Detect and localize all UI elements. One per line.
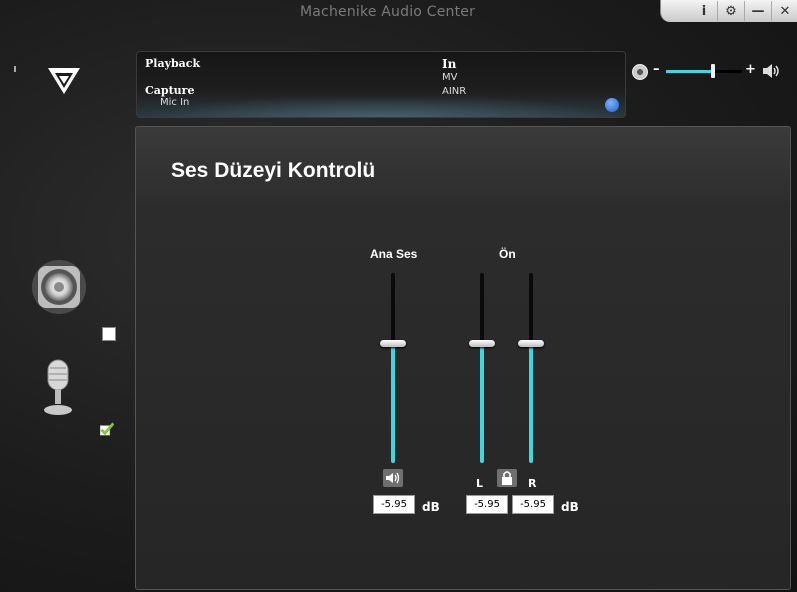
page-title: Ses Düzeyi Kontrolü — [171, 159, 376, 182]
master-volume-control: – + — [632, 62, 782, 82]
info-button[interactable]: i — [691, 1, 717, 21]
in-item-mv: MV — [442, 72, 458, 83]
microphone-device-icon[interactable] — [38, 358, 78, 418]
right-channel-slider[interactable] — [518, 273, 544, 463]
slider-thumb[interactable] — [380, 339, 406, 347]
device-status-panel: Playback Capture Mic In In MV AINR — [136, 51, 626, 118]
volume-minus[interactable]: – — [653, 62, 660, 77]
slider-fill — [480, 343, 484, 463]
front-label: Ön — [499, 247, 516, 261]
disc-icon[interactable] — [632, 64, 648, 80]
mic-checkmark-icon[interactable] — [100, 422, 114, 436]
window-controls: i ⚙ — ✕ — [660, 0, 797, 22]
master-volume-fill — [666, 70, 714, 73]
in-item-ainr: AINR — [442, 86, 467, 97]
refresh-icon[interactable] — [605, 98, 619, 112]
app-title: Machenike Audio Center — [300, 4, 476, 20]
capture-device: Mic In — [160, 97, 190, 108]
speaker-device-icon[interactable] — [30, 258, 88, 316]
left-db-input[interactable]: -5.95 — [466, 495, 508, 514]
left-channel-slider[interactable] — [469, 273, 495, 463]
mute-speaker-icon[interactable] — [383, 469, 403, 487]
right-channel-label: R — [528, 477, 537, 490]
master-volume-slider[interactable] — [380, 273, 406, 463]
lock-icon[interactable] — [497, 469, 517, 487]
title-bar: Machenike Audio Center i ⚙ — ✕ — [0, 0, 797, 26]
slider-thumb[interactable] — [469, 339, 495, 347]
speaker-checkbox[interactable] — [102, 327, 116, 341]
master-db-unit: dB — [422, 500, 440, 514]
capture-label[interactable]: Capture — [145, 84, 194, 97]
machenike-logo-icon — [48, 68, 80, 94]
close-icon: ✕ — [779, 3, 791, 19]
info-icon: i — [701, 3, 707, 19]
slider-fill — [391, 343, 395, 463]
slider-thumb[interactable] — [518, 339, 544, 347]
playback-label[interactable]: Playback — [145, 57, 200, 70]
master-volume-thumb[interactable] — [711, 64, 716, 78]
in-label: In — [442, 57, 457, 71]
master-label: Ana Ses — [370, 247, 418, 261]
minimize-button[interactable]: — — [744, 1, 771, 21]
master-db-input[interactable]: -5.95 — [373, 495, 415, 514]
close-button[interactable]: ✕ — [771, 1, 797, 21]
front-db-unit: dB — [561, 500, 579, 514]
settings-button[interactable]: ⚙ — [717, 1, 744, 21]
gear-icon: ⚙ — [725, 3, 737, 19]
left-channel-label: L — [476, 477, 484, 490]
volume-control-panel: Ses Düzeyi Kontrolü Ana Ses Ön L R -5.95… — [135, 126, 791, 590]
slider-fill — [529, 343, 533, 463]
right-db-input[interactable]: -5.95 — [512, 495, 554, 514]
master-volume-slider[interactable] — [666, 64, 742, 78]
edge-tick — [14, 66, 16, 72]
speaker-volume-icon[interactable] — [762, 63, 782, 79]
volume-plus[interactable]: + — [745, 62, 756, 77]
minimize-icon: — — [751, 3, 765, 19]
